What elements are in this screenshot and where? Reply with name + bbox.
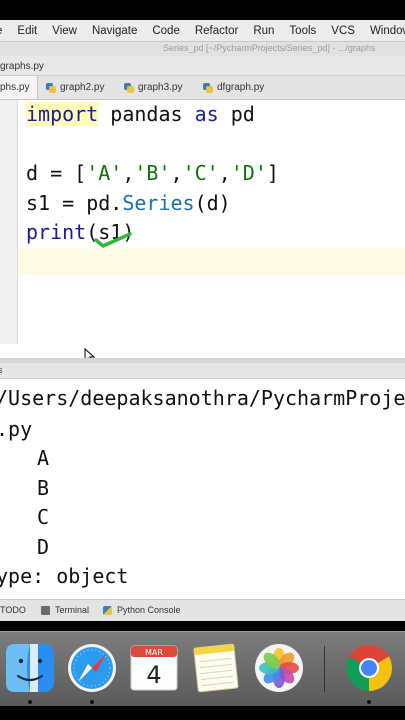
safari-icon[interactable] (66, 642, 118, 694)
terminal-label: Terminal (55, 605, 90, 615)
code-token: s1 = pd. (26, 191, 123, 215)
code-token: import (26, 102, 99, 126)
code-token: 'D' (230, 161, 267, 185)
breadcrumb[interactable]: graphs.py (0, 61, 44, 72)
console-output-line: D (37, 535, 50, 559)
code-token: ] (266, 161, 279, 185)
menu-view[interactable]: View (52, 25, 77, 37)
code-token: 'A' (86, 161, 123, 185)
code-token: 'C' (182, 161, 219, 185)
code-token: pandas (98, 102, 195, 126)
running-indicator (90, 700, 94, 704)
menu-navigate[interactable]: Navigate (92, 25, 137, 37)
code-editor[interactable]: import pandas as pd d = ['A','B','C','D'… (0, 100, 405, 364)
code-token: d = [ (26, 161, 87, 185)
window-title-bar: Series_pd [~/PycharmProjects/Series_pd] … (0, 42, 405, 56)
tab-graph2-py[interactable]: graph2.py (46, 76, 104, 99)
run-tab-label[interactable]: s (0, 365, 3, 375)
menu-refactor[interactable]: Refactor (195, 25, 238, 37)
console-output-line: A (37, 446, 50, 470)
run-panel-header: s (0, 363, 405, 379)
running-indicator (367, 700, 371, 704)
python-console-icon (103, 605, 112, 615)
console-dtype-line: ype: object (0, 564, 129, 588)
python-console-label: Python Console (117, 605, 181, 615)
menu-tools[interactable]: Tools (289, 25, 316, 37)
python-file-icon (124, 82, 134, 93)
menu-vcs[interactable]: VCS (331, 25, 355, 37)
code-token: print (26, 220, 87, 244)
notes-icon[interactable] (190, 642, 242, 694)
photos-icon[interactable] (253, 642, 305, 694)
run-console[interactable]: /Users/deepaksanothra/PycharmProje .py A… (0, 379, 405, 599)
navigation-bar: graphs.py (0, 56, 405, 76)
menu-window[interactable]: Window (370, 25, 405, 37)
tab-label: phs.py (0, 82, 30, 93)
menu-run[interactable]: Run (253, 25, 274, 37)
chrome-icon[interactable] (343, 642, 395, 694)
calendar-month: MAR (145, 648, 163, 657)
code-token: (d) (194, 191, 231, 215)
todo-label: TODO (0, 605, 26, 615)
python-file-icon (203, 82, 213, 93)
code-line-3: s1 = pd.Series(d) (26, 191, 231, 215)
menu-code[interactable]: Code (152, 25, 180, 37)
current-line-highlight (18, 248, 405, 275)
menu-edit[interactable]: Edit (17, 25, 37, 37)
editor-gutter (0, 100, 18, 344)
tab-dfgraph-py[interactable]: dfgraph.py (203, 76, 264, 99)
checkmark-annotation-icon (94, 232, 132, 248)
code-token: pd (218, 102, 255, 126)
screen-gap (0, 621, 405, 631)
dock-separator (324, 646, 325, 692)
code-line-1: import pandas as pd (26, 102, 255, 126)
todo-tool-button[interactable]: TODO (0, 605, 26, 615)
tab-label: dfgraph.py (217, 82, 265, 93)
console-command-line: /Users/deepaksanothra/PycharmProje (0, 386, 405, 410)
console-output-line: B (37, 476, 50, 500)
python-file-icon (46, 82, 56, 93)
code-token: , (122, 161, 135, 185)
window-title: Series_pd [~/PycharmProjects/Series_pd] … (163, 43, 376, 53)
tool-window-bar: TODO Terminal Python Console (0, 599, 405, 621)
console-output-line: C (37, 505, 50, 529)
terminal-tool-button[interactable]: Terminal (41, 605, 89, 615)
menu-bar: e Edit View Navigate Code Refactor Run T… (0, 20, 405, 42)
tab-graphs-py[interactable]: phs.py (0, 76, 39, 99)
macos-dock: MAR 4 (0, 631, 405, 706)
tab-graph3-py[interactable]: graph3.py (124, 76, 182, 99)
code-token: , (218, 161, 231, 185)
code-token: 'B' (134, 161, 171, 185)
code-token: , (170, 161, 183, 185)
screen-bottom-edge (0, 706, 405, 720)
calendar-icon[interactable]: MAR 4 (128, 642, 180, 694)
finder-icon[interactable] (4, 642, 56, 694)
calendar-day: 4 (146, 661, 161, 689)
editor-tab-bar: phs.py graph2.py graph3.py dfgraph.py (0, 76, 405, 100)
tab-label: graph2.py (60, 82, 105, 93)
code-token: Series (122, 191, 195, 215)
code-line-2: d = ['A','B','C','D'] (26, 161, 279, 185)
console-command-line-cont: .py (0, 417, 33, 441)
python-console-tool-button[interactable]: Python Console (103, 605, 181, 615)
code-token: as (194, 102, 219, 126)
running-indicator (28, 700, 32, 704)
menu-file[interactable]: e (0, 25, 2, 37)
tab-label: graph3.py (138, 82, 183, 93)
terminal-icon (41, 605, 50, 615)
